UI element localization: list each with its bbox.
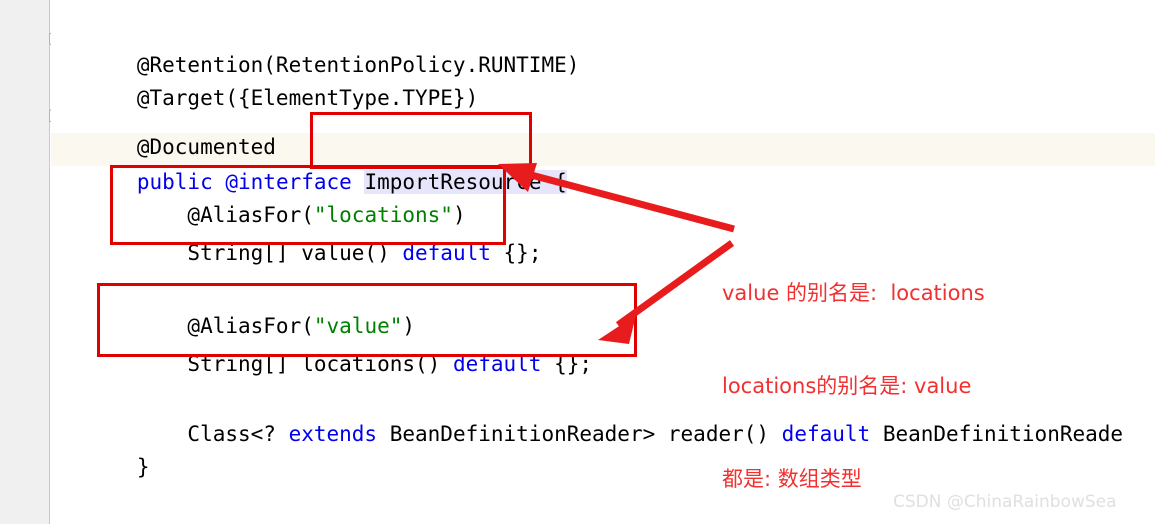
code-keyword-extends: extends <box>288 422 378 446</box>
code-token: BeanDefinitionReader> reader() <box>377 422 782 446</box>
code-token: } <box>136 455 150 479</box>
editor-gutter <box>0 0 50 524</box>
code-line-1[interactable]: @Retention(RetentionPolicy.RUNTIME) <box>61 16 580 77</box>
code-text-area[interactable]: @Retention(RetentionPolicy.RUNTIME) @Tar… <box>51 0 1155 524</box>
code-line-3[interactable]: @Documented <box>61 98 276 159</box>
csdn-watermark: CSDN @ChinaRainbowSea <box>893 492 1117 512</box>
code-token: String[] locations() <box>136 352 453 376</box>
code-line-5[interactable]: @AliasFor("locations") <box>61 166 465 227</box>
code-token: String[] value() <box>136 241 403 265</box>
code-line-8[interactable]: String[] locations() default {}; <box>61 315 592 376</box>
code-keyword-default: default <box>402 241 491 265</box>
annotation-text-block: value 的别名是: locations locations的别名是: val… <box>722 216 985 524</box>
code-keyword-default: default <box>452 352 542 376</box>
code-line-2[interactable]: @Target({ElementType.TYPE}) <box>61 49 478 110</box>
annotation-line-1: value 的别名是: locations <box>722 281 985 305</box>
code-token: Class<? <box>136 422 289 446</box>
code-token: {}; <box>490 241 542 265</box>
annotation-line-2: locations的别名是: value <box>722 374 972 398</box>
code-editor-screenshot: @Retention(RetentionPolicy.RUNTIME) @Tar… <box>0 0 1155 524</box>
code-line-10[interactable]: } <box>61 418 150 479</box>
code-token: { <box>541 170 567 194</box>
code-line-6[interactable]: String[] value() default {}; <box>61 204 541 265</box>
code-line-4[interactable]: public @interface ImportResource { <box>61 133 567 194</box>
code-token: {}; <box>541 352 593 376</box>
annotation-line-3: 都是: 数组类型 <box>722 467 862 491</box>
code-line-7[interactable]: @AliasFor("value") <box>61 277 415 338</box>
